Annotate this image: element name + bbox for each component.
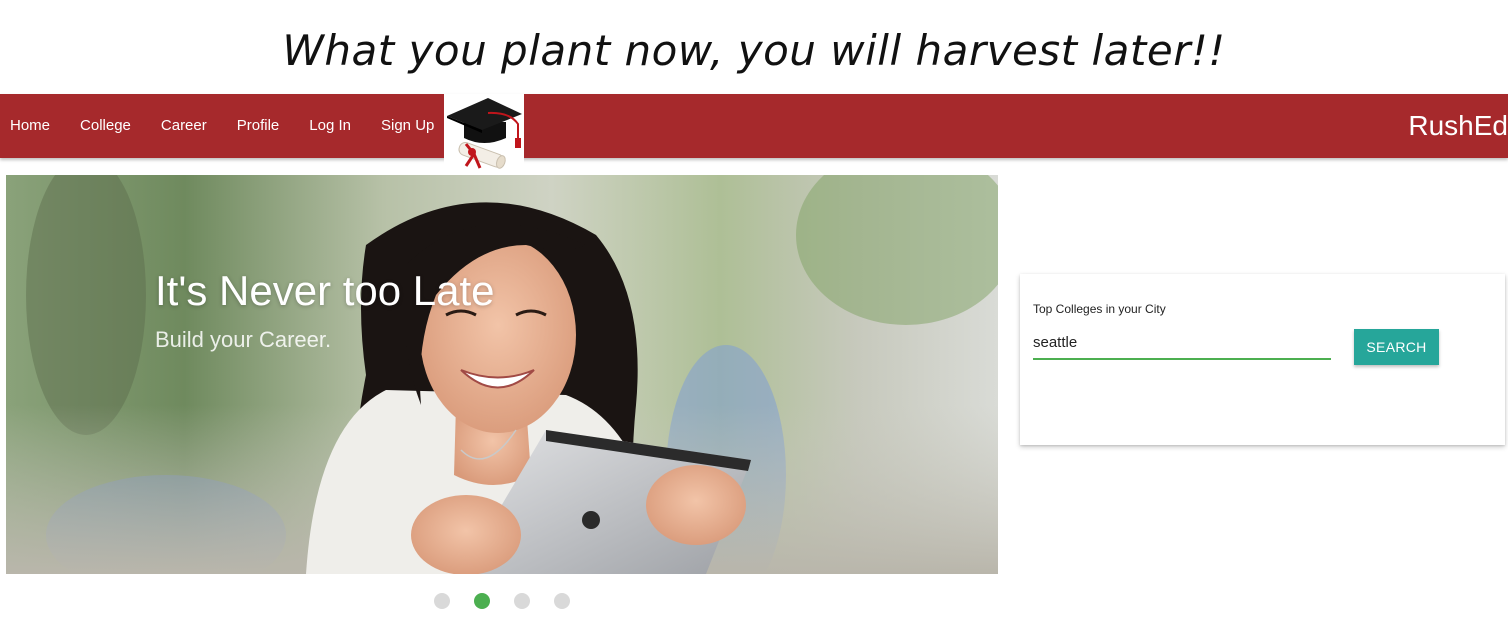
hero-title: It's Never too Late bbox=[155, 267, 495, 314]
search-button[interactable]: SEARCH bbox=[1354, 329, 1439, 365]
nav-link-profile[interactable]: Profile bbox=[222, 94, 295, 158]
city-search-input[interactable] bbox=[1033, 326, 1331, 360]
nav-link-college[interactable]: College bbox=[65, 94, 146, 158]
nav-link-career[interactable]: Career bbox=[146, 94, 222, 158]
hero-caption: It's Never too Late Build your Career. bbox=[155, 267, 495, 353]
nav-links: Home College Career Profile Log In Sign … bbox=[0, 94, 449, 158]
nav-link-login[interactable]: Log In bbox=[294, 94, 366, 158]
navbar: Home College Career Profile Log In Sign … bbox=[0, 94, 1508, 172]
carousel-dot-2[interactable] bbox=[474, 593, 490, 609]
brand-name[interactable]: RushEd bbox=[1408, 94, 1508, 158]
page-tagline: What you plant now, you will harvest lat… bbox=[282, 26, 1226, 75]
nav-link-home[interactable]: Home bbox=[0, 94, 65, 158]
hero-photo bbox=[6, 175, 998, 574]
carousel-dot-4[interactable] bbox=[554, 593, 570, 609]
graduation-cap-icon bbox=[447, 98, 522, 169]
hero-subtitle: Build your Career. bbox=[155, 327, 332, 352]
carousel-indicators bbox=[434, 593, 570, 609]
graduation-cap-logo[interactable] bbox=[444, 94, 524, 172]
carousel-dot-1[interactable] bbox=[434, 593, 450, 609]
search-label: Top Colleges in your City bbox=[1033, 302, 1166, 316]
nav-link-signup[interactable]: Sign Up bbox=[366, 94, 449, 158]
carousel-dot-3[interactable] bbox=[514, 593, 530, 609]
hero-carousel-slide[interactable]: It's Never too Late Build your Career. bbox=[6, 175, 998, 574]
college-search-card: Top Colleges in your City SEARCH bbox=[1020, 274, 1505, 445]
